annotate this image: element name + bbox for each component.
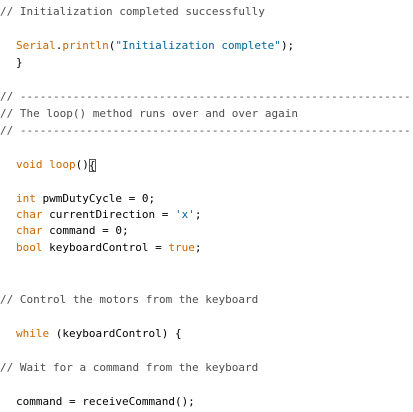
code-line-separator-bottom: // -------------------------------------… (0, 123, 411, 139)
code-editor[interactable]: // Initialization completed successfully… (0, 0, 413, 412)
declaration-text: pwmDutyCycle = 0; (35, 192, 156, 205)
code-line-pwm-duty-cycle: int pwmDutyCycle = 0; (0, 191, 155, 207)
code-line-comment-init: // Initialization completed successfully (0, 4, 265, 20)
true-literal: true (168, 241, 195, 254)
code-line-loop-comment: // The loop() method runs over and over … (0, 106, 298, 122)
code-line-receive-command: command = receiveCommand(); (0, 394, 195, 410)
while-keyword: while (16, 327, 50, 340)
code-line-keyboard-control: bool keyboardControl = true; (0, 240, 201, 256)
code-line-while-loop: while (keyboardControl) { (0, 326, 182, 342)
code-line-serial-println: Serial.println("Initialization complete"… (0, 38, 294, 54)
separator-comment: // -------------------------------------… (0, 124, 411, 137)
close-brace: } (16, 56, 23, 69)
int-type: int (16, 192, 36, 205)
while-condition: (keyboardControl) { (49, 327, 182, 340)
comment-text: // Initialization completed successfully (0, 5, 265, 18)
comment-text: // Wait for a command from the keyboard (0, 361, 259, 374)
serial-object: Serial (16, 39, 56, 52)
semicolon: ; (194, 241, 202, 254)
parens: () (75, 158, 89, 171)
declaration-text: command = 0; (42, 224, 129, 237)
matched-bracket-highlight: { (88, 158, 96, 172)
semicolon: ; (194, 208, 202, 221)
code-line-loop-signature: void loop(){ (0, 157, 96, 173)
code-line-current-direction: char currentDirection = 'x'; (0, 207, 201, 223)
code-line-motor-comment: // Control the motors from the keyboard (0, 292, 258, 308)
code-line-separator-top: // -------------------------------------… (0, 89, 411, 105)
char-type: char (16, 224, 43, 237)
bool-type: bool (16, 241, 43, 254)
loop-function-name: loop (49, 158, 76, 171)
char-type: char (16, 208, 43, 221)
code-line-wait-comment: // Wait for a command from the keyboard (0, 360, 258, 376)
close-paren: ); (280, 39, 295, 52)
separator-comment: // -------------------------------------… (0, 90, 411, 103)
code-line-close-brace: } (0, 55, 23, 71)
println-function: println (62, 39, 109, 52)
string-literal: "Initialization complete" (115, 39, 281, 52)
void-keyword: void (16, 158, 43, 171)
loop-comment-text: // The loop() method runs over and over … (0, 107, 299, 120)
declaration-text: currentDirection = (42, 208, 175, 221)
code-line-command: char command = 0; (0, 223, 129, 239)
comment-text: // Control the motors from the keyboard (0, 293, 259, 306)
char-literal: 'x' (174, 208, 195, 221)
declaration-text: keyboardControl = (42, 241, 169, 254)
assignment-text: command = receiveCommand(); (16, 395, 195, 408)
